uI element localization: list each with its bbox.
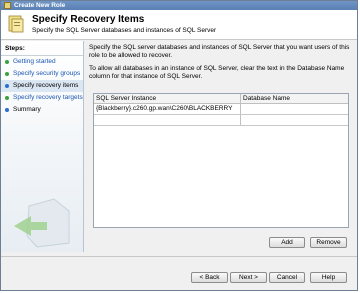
step-current-icon [5,84,9,88]
wizard-watermark-icon [14,198,70,248]
wizard-header: Specify Recovery Items Specify the SQL S… [1,10,357,40]
step-summary[interactable]: Summary [1,104,83,116]
recovery-items-icon [8,15,24,33]
database-name-cell[interactable] [241,115,348,125]
database-name-cell[interactable] [241,104,348,114]
steps-heading: Steps: [1,41,83,56]
back-button[interactable]: < Back [191,272,228,283]
step-specify-recovery-targets[interactable]: Specify recovery targets [1,92,83,104]
remove-button[interactable]: Remove [310,237,347,248]
help-button[interactable]: Help [310,272,347,283]
cancel-button[interactable]: Cancel [269,272,305,283]
next-button[interactable]: Next > [230,272,267,283]
footer-divider [1,256,357,257]
instructions-text: To allow all databases in an instance of… [89,65,345,80]
step-specify-security-groups[interactable]: Specify security groups [1,68,83,80]
main-content: Specify the SQL server databases and ins… [89,44,355,81]
add-button[interactable]: Add [269,237,305,248]
table-row[interactable]: {Blackberry}.c260.gp.wan\C260\BLACKBERRY [94,104,348,115]
page-subtitle: Specify the SQL Server databases and ins… [32,27,217,34]
intro-text: Specify the SQL server databases and ins… [89,44,350,59]
create-new-role-window: Create New Role Specify Recovery Items S… [0,0,358,291]
step-complete-icon [5,72,9,76]
step-complete-icon [5,96,9,100]
column-header-database-name[interactable]: Database Name [241,94,348,103]
table-header: SQL Server Instance Database Name [94,94,348,104]
sql-instance-cell[interactable]: {Blackberry}.c260.gp.wan\C260\BLACKBERRY [94,104,241,114]
window-title: Create New Role [14,2,66,9]
page-title: Specify Recovery Items [32,14,145,25]
step-specify-recovery-items[interactable]: Specify recovery items [1,80,83,92]
sql-instance-cell[interactable] [94,115,241,125]
steps-pane: Steps: Getting started Specify security … [1,41,84,252]
step-complete-icon [5,60,9,64]
recovery-items-table[interactable]: SQL Server Instance Database Name {Black… [93,93,349,228]
step-pending-icon [5,108,9,112]
title-bar: Create New Role [1,1,357,10]
column-header-sql-server-instance[interactable]: SQL Server Instance [94,94,241,103]
window-app-icon [4,2,11,9]
table-row[interactable] [94,115,348,126]
step-getting-started[interactable]: Getting started [1,56,83,68]
